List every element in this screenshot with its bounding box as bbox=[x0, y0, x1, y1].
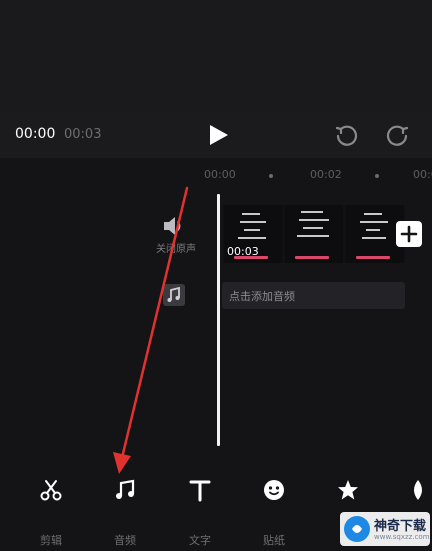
clip-thumbnail bbox=[285, 205, 343, 263]
mute-original-audio-label: 关闭原声 bbox=[156, 244, 196, 255]
playback-control-bar: 00:00 00:03 bbox=[0, 112, 432, 158]
audio-track-icon bbox=[163, 284, 185, 306]
play-icon bbox=[210, 125, 228, 145]
video-editor: 00:00 00:03 00:00 00:02 00:0 关闭原声 bbox=[0, 0, 432, 551]
toolbar-item-label: 贴纸 bbox=[263, 534, 285, 547]
text-icon bbox=[189, 480, 211, 502]
add-clip-button[interactable] bbox=[396, 221, 422, 247]
add-audio-label: 点击添加音频 bbox=[229, 290, 295, 303]
plus-icon bbox=[400, 225, 418, 243]
toolbar-item-label: 剪辑 bbox=[40, 534, 62, 547]
time-ruler[interactable]: 00:00 00:02 00:0 bbox=[0, 158, 432, 192]
ruler-tick-label: 00:02 bbox=[310, 168, 342, 181]
toolbar-item-label: 文字 bbox=[189, 534, 211, 547]
total-time: 00:03 bbox=[64, 127, 102, 142]
toolbar-item-label: 音频 bbox=[114, 534, 136, 547]
current-time: 00:00 bbox=[15, 126, 56, 142]
ruler-tick-label: 00:0 bbox=[413, 168, 432, 181]
ruler-tick-dot bbox=[375, 174, 379, 178]
redo-button[interactable] bbox=[386, 124, 410, 148]
ruler-tick-dot bbox=[269, 174, 273, 178]
watermark-url: www.sqxzz.com bbox=[374, 533, 430, 541]
toolbar-item-sticker[interactable]: 贴纸 bbox=[244, 478, 304, 547]
toolbar-item-audio[interactable]: 音频 bbox=[95, 478, 155, 547]
speaker-icon bbox=[164, 217, 175, 235]
play-button[interactable] bbox=[206, 123, 230, 147]
music-note-icon bbox=[116, 479, 135, 499]
playhead[interactable] bbox=[217, 194, 220, 446]
ruler-tick-label: 00:00 bbox=[204, 168, 236, 181]
scissors-icon bbox=[40, 480, 62, 501]
clip-duration: 00:03 bbox=[227, 245, 259, 258]
filter-icon bbox=[414, 480, 422, 500]
undo-button[interactable] bbox=[334, 124, 358, 148]
effects-star-icon bbox=[338, 480, 358, 500]
video-preview[interactable] bbox=[0, 0, 432, 112]
watermark-title: 神奇下载 bbox=[374, 519, 427, 534]
site-watermark: 神奇下载 www.sqxzz.com bbox=[340, 512, 430, 546]
watermark-logo-icon bbox=[344, 516, 370, 542]
toolbar-item-edit[interactable]: 剪辑 bbox=[21, 478, 81, 547]
video-clip[interactable]: 00:03 bbox=[222, 205, 405, 263]
toolbar-item-text[interactable]: 文字 bbox=[170, 478, 230, 547]
mute-original-audio-button[interactable] bbox=[160, 213, 186, 239]
add-audio-track[interactable]: 点击添加音频 bbox=[222, 282, 405, 309]
sticker-icon bbox=[264, 480, 284, 500]
